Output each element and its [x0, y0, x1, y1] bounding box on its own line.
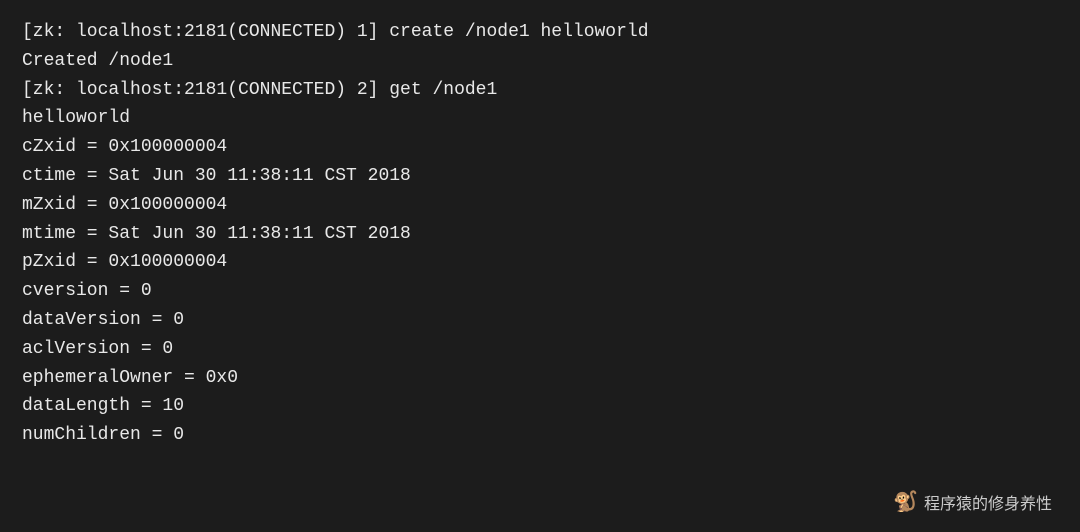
terminal-line-line6: ctime = Sat Jun 30 11:38:11 CST 2018: [22, 162, 1058, 191]
terminal-window: [zk: localhost:2181(CONNECTED) 1] create…: [0, 0, 1080, 532]
terminal-content: [zk: localhost:2181(CONNECTED) 1] create…: [22, 18, 1058, 450]
terminal-line-line12: aclVersion = 0: [22, 335, 1058, 364]
watermark-icon: 🐒: [893, 489, 918, 514]
watermark: 🐒 程序猿的修身养性: [893, 489, 1052, 514]
watermark-text: 程序猿的修身养性: [924, 490, 1052, 514]
terminal-line-line7: mZxid = 0x100000004: [22, 191, 1058, 220]
terminal-line-line8: mtime = Sat Jun 30 11:38:11 CST 2018: [22, 220, 1058, 249]
terminal-line-line4: helloworld: [22, 104, 1058, 133]
terminal-line-line3: [zk: localhost:2181(CONNECTED) 2] get /n…: [22, 76, 1058, 105]
terminal-line-line1: [zk: localhost:2181(CONNECTED) 1] create…: [22, 18, 1058, 47]
terminal-line-line9: pZxid = 0x100000004: [22, 248, 1058, 277]
terminal-line-line5: cZxid = 0x100000004: [22, 133, 1058, 162]
terminal-line-line10: cversion = 0: [22, 277, 1058, 306]
terminal-line-line14: dataLength = 10: [22, 392, 1058, 421]
terminal-line-line13: ephemeralOwner = 0x0: [22, 364, 1058, 393]
terminal-line-line11: dataVersion = 0: [22, 306, 1058, 335]
terminal-line-line2: Created /node1: [22, 47, 1058, 76]
terminal-line-line15: numChildren = 0: [22, 421, 1058, 450]
